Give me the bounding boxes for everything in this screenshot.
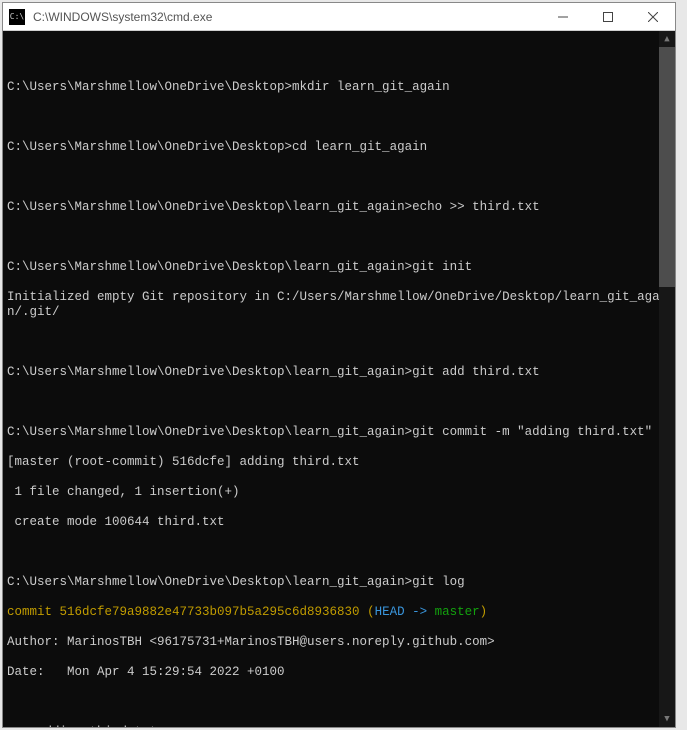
blank-line (7, 110, 675, 125)
output-line: 1 file changed, 1 insertion(+) (7, 485, 675, 500)
cmd-icon: C:\ (9, 9, 25, 25)
output-line: create mode 100644 third.txt (7, 515, 675, 530)
minimize-button[interactable] (540, 3, 585, 31)
output-line: C:\Users\Marshmellow\OneDrive\Desktop\le… (7, 575, 675, 590)
blank-line (7, 395, 675, 410)
window-controls (540, 3, 675, 31)
scroll-down-button[interactable]: ▼ (659, 711, 675, 727)
output-line: Author: MarinosTBH <96175731+MarinosTBH@… (7, 635, 675, 650)
output-line: C:\Users\Marshmellow\OneDrive\Desktop>mk… (7, 80, 675, 95)
scrollbar-thumb[interactable] (659, 47, 675, 287)
blank-line (7, 695, 675, 710)
blank-line (7, 545, 675, 560)
titlebar[interactable]: C:\ C:\WINDOWS\system32\cmd.exe (3, 3, 675, 31)
maximize-button[interactable] (585, 3, 630, 31)
close-button[interactable] (630, 3, 675, 31)
blank-line (7, 50, 675, 65)
terminal-content: C:\Users\Marshmellow\OneDrive\Desktop>mk… (3, 31, 675, 727)
output-line: commit 516dcfe79a9882e47733b097b5a295c6d… (7, 605, 675, 620)
output-line: Initialized empty Git repository in C:/U… (7, 290, 675, 320)
scroll-up-button[interactable]: ▲ (659, 31, 675, 47)
scrollbar[interactable]: ▲ ▼ (659, 31, 675, 727)
blank-line (7, 335, 675, 350)
output-line: [master (root-commit) 516dcfe] adding th… (7, 455, 675, 470)
output-line: C:\Users\Marshmellow\OneDrive\Desktop\le… (7, 425, 675, 440)
blank-line (7, 230, 675, 245)
output-line: C:\Users\Marshmellow\OneDrive\Desktop\le… (7, 200, 675, 215)
output-line: C:\Users\Marshmellow\OneDrive\Desktop\le… (7, 260, 675, 275)
output-line: C:\Users\Marshmellow\OneDrive\Desktop\le… (7, 365, 675, 380)
output-line: Date: Mon Apr 4 15:29:54 2022 +0100 (7, 665, 675, 680)
terminal-body[interactable]: C:\Users\Marshmellow\OneDrive\Desktop>mk… (3, 31, 675, 727)
cmd-window: C:\ C:\WINDOWS\system32\cmd.exe C:\Users… (2, 2, 676, 728)
window-title: C:\WINDOWS\system32\cmd.exe (31, 10, 540, 24)
blank-line (7, 170, 675, 185)
output-line: C:\Users\Marshmellow\OneDrive\Desktop>cd… (7, 140, 675, 155)
output-line: adding third.txt (7, 725, 675, 727)
